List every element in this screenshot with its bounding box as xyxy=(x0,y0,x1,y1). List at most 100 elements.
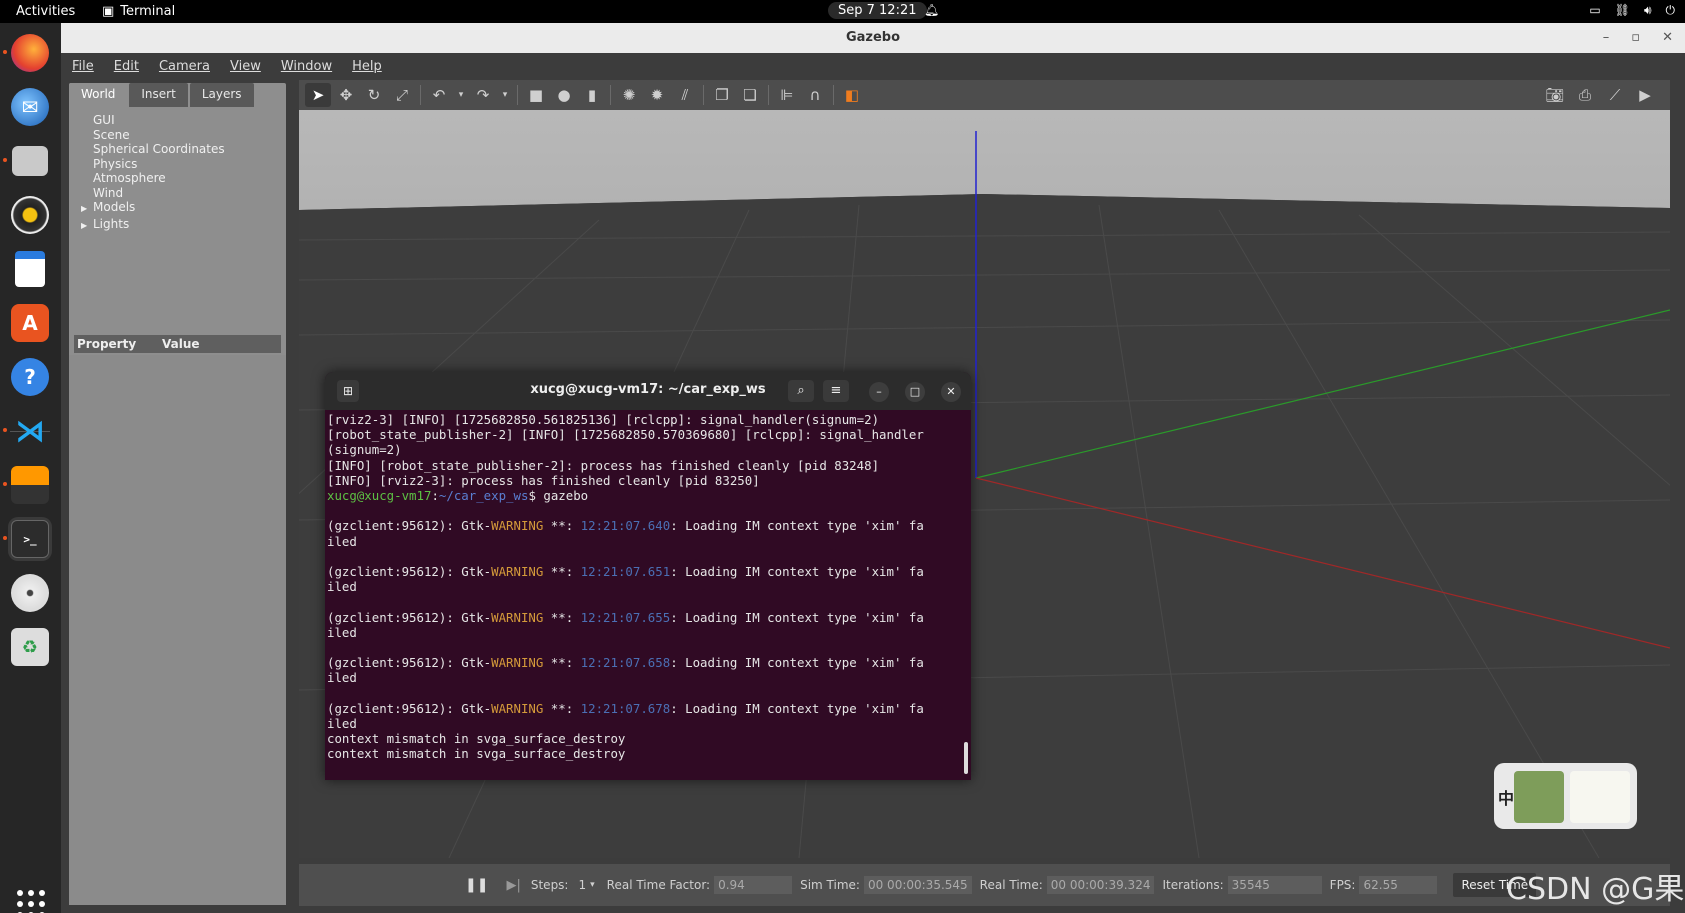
sim-time-label: Sim Time: xyxy=(800,878,860,892)
plot-icon[interactable]: ⟋ xyxy=(1602,83,1628,107)
tree-item-lights[interactable]: ▶ Lights xyxy=(81,217,225,234)
expand-arrow-icon[interactable]: ▶ xyxy=(81,219,93,234)
dock-rhythmbox[interactable] xyxy=(8,193,52,237)
dock-sublime[interactable] xyxy=(3,463,52,507)
minimize-icon[interactable]: – xyxy=(1603,23,1610,53)
scale-mode-icon[interactable]: ⤢ xyxy=(389,83,415,107)
copy-icon[interactable]: ❐ xyxy=(709,83,735,107)
cylinder-shape-icon[interactable]: ▮ xyxy=(579,83,605,107)
menu-help[interactable]: Help xyxy=(352,59,382,74)
window-title: Gazebo xyxy=(845,30,901,45)
warning-timestamp: 12:21:07.651 xyxy=(580,564,671,580)
dock-help[interactable]: ? xyxy=(8,355,52,399)
log-icon[interactable]: ⎙ xyxy=(1572,83,1598,107)
clock[interactable]: Sep 7 12:21 xyxy=(828,2,927,19)
steps-dropdown-icon[interactable]: ▾ xyxy=(590,880,595,890)
tree-item-physics[interactable]: Physics xyxy=(93,157,225,172)
terminal-scrollbar[interactable] xyxy=(964,742,968,774)
disc-icon xyxy=(11,574,49,612)
gazebo-titlebar[interactable]: Gazebo – ▫ ✕ xyxy=(61,23,1685,53)
warning-line: (gzclient:95612): Gtk-WARNING **: 12:21:… xyxy=(327,655,967,670)
sim-time-value: 00 00:00:35.545 xyxy=(863,876,972,894)
menu-window[interactable]: Window xyxy=(281,59,332,74)
warning-tail: iled xyxy=(327,670,357,686)
translate-mode-icon[interactable]: ✥ xyxy=(333,83,359,107)
redo-history-icon[interactable]: ▾ xyxy=(498,83,512,107)
tree-item-scene[interactable]: Scene xyxy=(93,128,225,143)
snap-icon[interactable]: ∩ xyxy=(802,83,828,107)
tree-item-lights-label: Lights xyxy=(93,216,130,231)
note-image xyxy=(1570,771,1630,823)
warning-line: (gzclient:95612): Gtk-WARNING **: 12:21:… xyxy=(327,518,967,533)
terminal-titlebar[interactable]: ⊞ xucg@xucg-vm17: ~/car_exp_ws ⌕ ≡ – □ ✕ xyxy=(325,372,971,410)
screenshot-icon[interactable]: 📷︎ xyxy=(1542,83,1568,107)
pause-icon[interactable]: ❚❚ xyxy=(465,877,488,893)
tree-item-spherical-coordinates[interactable]: Spherical Coordinates xyxy=(93,142,225,157)
terminal-output[interactable]: [rviz2-3] [INFO] [1725682850.561825136] … xyxy=(327,412,967,762)
dock-disc[interactable] xyxy=(8,571,52,615)
toolbar-right: 📷︎ ⎙ ⟋ ▶ xyxy=(1542,83,1658,107)
close-icon[interactable]: ✕ xyxy=(1662,23,1673,53)
minimize-icon[interactable]: – xyxy=(869,382,889,402)
menu-edit[interactable]: Edit xyxy=(114,59,139,74)
activities-button[interactable]: Activities xyxy=(16,4,75,19)
maximize-icon[interactable]: ▫ xyxy=(1631,23,1640,53)
video-record-icon[interactable]: ▶ xyxy=(1632,83,1658,107)
warning-tail: iled xyxy=(327,579,357,595)
undo-history-icon[interactable]: ▾ xyxy=(454,83,468,107)
tab-layers[interactable]: Layers xyxy=(189,83,254,107)
network-icon: ⛓ xyxy=(1614,3,1630,17)
tab-insert[interactable]: Insert xyxy=(129,83,188,107)
tree-item-atmosphere[interactable]: Atmosphere xyxy=(93,171,225,186)
sphere-shape-icon[interactable]: ● xyxy=(551,83,577,107)
dock-writer[interactable] xyxy=(8,247,52,291)
tab-world[interactable]: World xyxy=(69,83,128,107)
search-icon[interactable]: ⌕ xyxy=(788,380,814,402)
hamburger-menu-icon[interactable]: ≡ xyxy=(823,380,849,402)
dock-trash[interactable]: ♻ xyxy=(8,625,52,669)
dock-files[interactable] xyxy=(3,139,52,183)
point-light-icon[interactable]: ✺ xyxy=(616,83,642,107)
tree-item-wind[interactable]: Wind xyxy=(93,186,225,201)
paste-icon[interactable]: ❏ xyxy=(737,83,763,107)
maximize-icon[interactable]: □ xyxy=(905,382,925,402)
show-apps-icon[interactable] xyxy=(17,890,45,913)
dock-software[interactable]: A xyxy=(8,301,52,345)
warning-line: (gzclient:95612): Gtk-WARNING **: 12:21:… xyxy=(327,701,967,716)
running-indicator xyxy=(3,428,7,432)
warning-prefix: (gzclient:95612): Gtk- xyxy=(327,518,492,534)
floating-widget[interactable]: 中 xyxy=(1494,763,1637,829)
rotate-mode-icon[interactable]: ↻ xyxy=(361,83,387,107)
firefox-icon xyxy=(11,34,49,72)
step-icon[interactable]: ▶| xyxy=(506,878,520,893)
spot-light-icon[interactable]: ✹ xyxy=(644,83,670,107)
iterations-label: Iterations: xyxy=(1162,878,1224,892)
redo-icon[interactable]: ↷ xyxy=(470,83,496,107)
warning-prefix: (gzclient:95612): Gtk- xyxy=(327,700,492,716)
box-shape-icon[interactable]: ■ xyxy=(523,83,549,107)
dock-firefox[interactable] xyxy=(3,31,52,75)
align-icon[interactable]: ⊫ xyxy=(774,83,800,107)
undo-icon[interactable]: ↶ xyxy=(426,83,452,107)
dock: ✉ A ? ⋊ >_ ♻ xyxy=(0,23,61,913)
close-icon[interactable]: ✕ xyxy=(941,382,961,402)
select-mode-icon[interactable]: ➤ xyxy=(305,83,331,107)
dock-terminal[interactable]: >_ xyxy=(3,517,52,561)
app-menu[interactable]: ▣ Terminal xyxy=(102,4,175,19)
steps-value[interactable]: 1 xyxy=(578,878,586,892)
dock-vscode[interactable]: ⋊ xyxy=(3,409,52,453)
dock-thunderbird[interactable]: ✉ xyxy=(8,85,52,129)
terminal-window: ⊞ xucg@xucg-vm17: ~/car_exp_ws ⌕ ≡ – □ ✕… xyxy=(325,372,971,780)
tree-item-models[interactable]: ▶ Models xyxy=(81,200,225,217)
tree-item-gui[interactable]: GUI xyxy=(93,113,225,128)
view-angle-icon[interactable]: ◧ xyxy=(839,83,865,107)
warning-stars: **: xyxy=(543,655,581,671)
ime-indicator[interactable]: 中 xyxy=(1498,785,1514,809)
directional-light-icon[interactable]: ⫽ xyxy=(672,83,698,107)
system-tray[interactable]: ▭ ⛓ 🔊︎ ⏻ xyxy=(1589,3,1675,18)
menu-view[interactable]: View xyxy=(230,59,261,74)
expand-arrow-icon[interactable]: ▶ xyxy=(81,202,93,217)
menu-file[interactable]: File xyxy=(72,59,94,74)
warning-timestamp: 12:21:07.640 xyxy=(580,518,671,534)
menu-camera[interactable]: Camera xyxy=(159,59,210,74)
